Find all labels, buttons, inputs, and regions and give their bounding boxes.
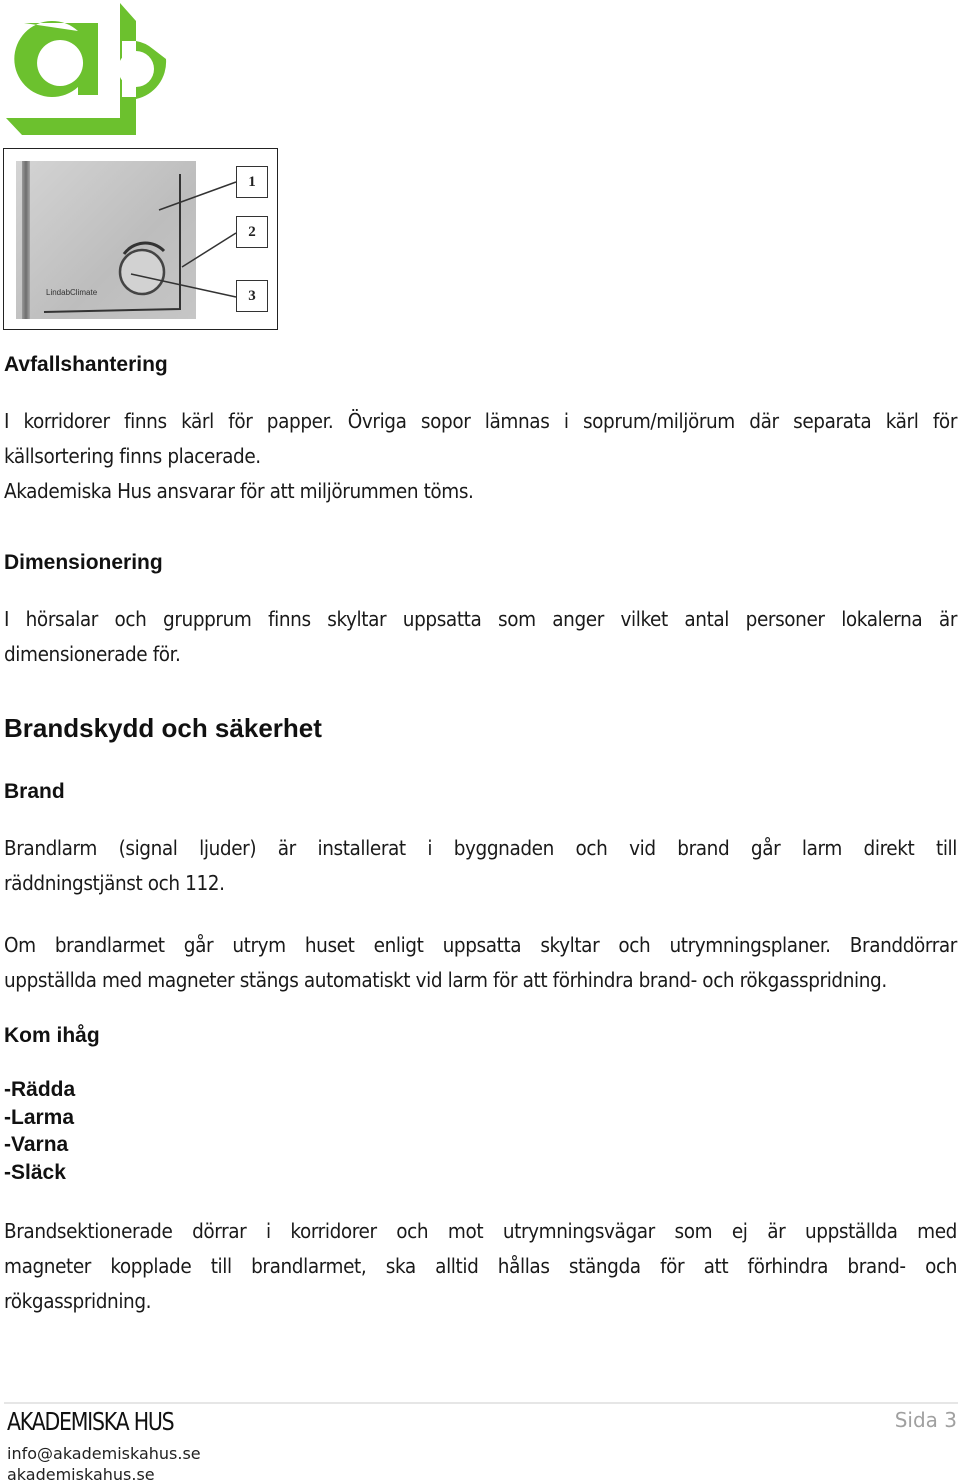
remember-item-larma: -Larma xyxy=(4,1105,75,1129)
utrymning-line-2: uppställda med magneter stängs automatis… xyxy=(4,968,887,992)
avfall-line-2: källsortering finns placerade. xyxy=(4,444,261,468)
footer-company-name: AKADEMISKA HUS xyxy=(7,1407,175,1436)
thermostat-figure: LindabClimate 1 2 3 xyxy=(3,148,278,330)
callout-1: 1 xyxy=(236,166,268,198)
brandsektion-line-1: Brandsektionerade dörrar i korridorer oc… xyxy=(4,1219,957,1243)
dimensionering-heading: Dimensionering xyxy=(4,551,163,574)
callout-3: 3 xyxy=(236,280,268,312)
remember-list: -Rädda -Larma -Varna -Släck xyxy=(4,1076,75,1186)
callout-2: 2 xyxy=(236,216,268,248)
akademiska-hus-logo xyxy=(6,3,167,135)
dimensionering-line-2: dimensionerade för. xyxy=(4,642,181,666)
brandsektion-line-2: magneter kopplade till brandlarmet, ska … xyxy=(4,1254,957,1278)
remember-item-slack: -Släck xyxy=(4,1160,66,1184)
dimensionering-paragraph: I hörsalar och grupprum finns skyltar up… xyxy=(4,602,957,672)
brandsektion-paragraph: Brandsektionerade dörrar i korridorer oc… xyxy=(4,1214,957,1319)
utrymning-paragraph: Om brandlarmet går utrym huset enligt up… xyxy=(4,928,957,998)
page-number: Sida 3 xyxy=(894,1408,957,1432)
avfall-heading: Avfallshantering xyxy=(4,353,168,376)
brandsektion-line-3: rökgasspridning. xyxy=(4,1289,152,1313)
brandlarm-paragraph: Brandlarm (signal ljuder) är installerat… xyxy=(4,831,957,901)
dimensionering-line-1: I hörsalar och grupprum finns skyltar up… xyxy=(4,607,957,631)
avfall-paragraph: I korridorer finns kärl för papper. Övri… xyxy=(4,404,957,509)
kom-ihag-heading: Kom ihåg xyxy=(4,1024,100,1047)
brandskydd-heading: Brandskydd och säkerhet xyxy=(4,713,322,743)
brandlarm-line-1: Brandlarm (signal ljuder) är installerat… xyxy=(4,836,957,860)
brand-heading: Brand xyxy=(4,780,65,803)
footer-email-link[interactable]: info@akademiskahus.se xyxy=(7,1444,201,1463)
avfall-line-1: I korridorer finns kärl för papper. Övri… xyxy=(4,409,957,433)
brandlarm-line-2: räddningstjänst och 112. xyxy=(4,871,225,895)
avfall-line-3: Akademiska Hus ansvarar för att miljörum… xyxy=(4,479,474,503)
utrymning-line-1: Om brandlarmet går utrym huset enligt up… xyxy=(4,933,957,957)
footer-website-link[interactable]: akademiskahus.se xyxy=(7,1465,155,1484)
remember-item-radda: -Rädda xyxy=(4,1078,76,1101)
remember-item-varna: -Varna xyxy=(4,1133,69,1156)
footer-divider xyxy=(4,1402,958,1404)
